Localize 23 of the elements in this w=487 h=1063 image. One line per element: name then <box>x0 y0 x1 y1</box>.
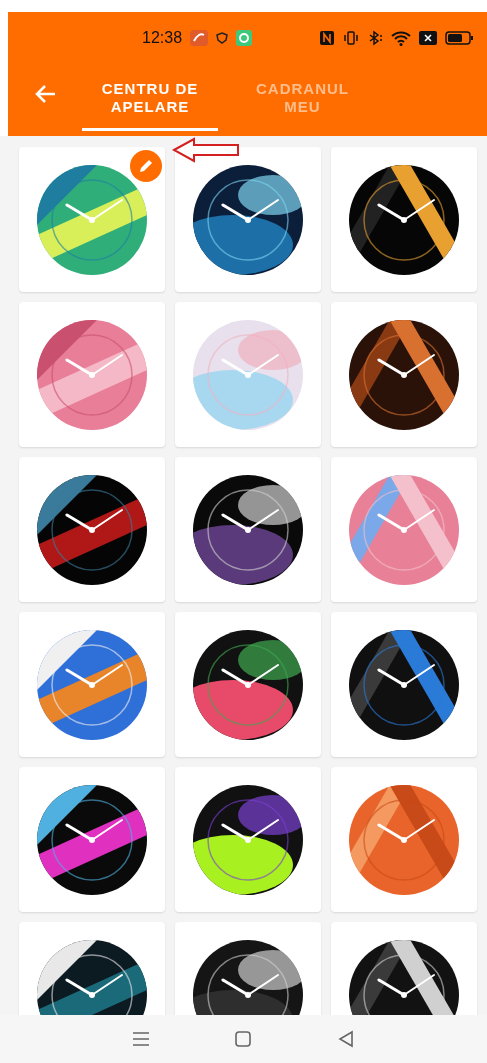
watch-face-card[interactable] <box>19 457 165 602</box>
status-time: 12:38 <box>142 29 183 47</box>
watch-face-card[interactable] <box>175 147 321 292</box>
watch-face-card[interactable] <box>175 767 321 912</box>
tab[interactable]: CADRANUL MEU <box>256 80 349 131</box>
sim-off-icon <box>419 31 437 45</box>
watch-face-card[interactable] <box>175 457 321 602</box>
watch-face-card[interactable] <box>19 767 165 912</box>
shield-icon <box>216 32 229 44</box>
edit-button[interactable] <box>130 150 162 182</box>
vibrate-icon <box>343 30 359 46</box>
battery-icon <box>445 31 473 45</box>
tab[interactable]: CENTRU DE APELARE <box>82 80 218 131</box>
wifi-icon <box>391 30 411 46</box>
pencil-icon <box>138 158 154 174</box>
nfc-icon <box>319 30 335 46</box>
app-notification-icon <box>236 30 253 46</box>
watch-face-card[interactable] <box>175 612 321 757</box>
app-notification-icon <box>190 30 209 46</box>
watch-face-card[interactable] <box>331 302 477 447</box>
watch-face-card[interactable] <box>331 147 477 292</box>
bluetooth-icon <box>367 30 383 46</box>
watch-face-card[interactable] <box>331 612 477 757</box>
